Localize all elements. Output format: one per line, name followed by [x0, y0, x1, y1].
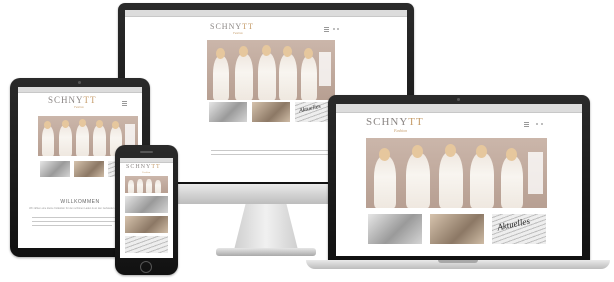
model-figure — [470, 153, 494, 208]
thumbnail-store[interactable] — [252, 102, 290, 122]
thumbnail-news-label: Aktuelles — [496, 215, 531, 233]
text-line — [32, 221, 128, 222]
thumbnail-store[interactable] — [125, 216, 168, 233]
site-logo[interactable]: SCHNYTT — [366, 116, 424, 128]
model-figure — [93, 125, 106, 156]
menu-icon[interactable] — [524, 122, 529, 127]
model-head — [262, 45, 271, 56]
model-head — [112, 121, 119, 129]
browser-toolbar — [120, 158, 173, 163]
thumbnail-store[interactable] — [430, 214, 484, 244]
hero-banner — [207, 40, 335, 100]
phone-screen: SCHNYTT Fashion — [120, 158, 173, 258]
social-icon[interactable] — [333, 28, 335, 30]
language-icon[interactable] — [337, 28, 339, 30]
model-head — [445, 144, 456, 157]
model-figure — [439, 152, 463, 208]
model-figure — [406, 153, 430, 208]
thumbnail-collection[interactable] — [40, 161, 70, 177]
thumbnail-news[interactable]: Aktuelles — [492, 214, 546, 244]
smartphone: SCHNYTT Fashion — [115, 145, 178, 275]
laptop: SCHNYTT Fashion Aktuelles — [306, 95, 610, 273]
tablet-camera — [78, 81, 81, 84]
model-head — [283, 46, 292, 57]
site-logo[interactable]: SCHNYTT — [126, 164, 161, 170]
browser-toolbar — [336, 104, 582, 113]
site-logo-sub: Fashion — [74, 105, 84, 109]
site-logo-sub: Fashion — [233, 31, 243, 35]
thumbnail-collection[interactable] — [209, 102, 247, 122]
thumbnail-collection[interactable] — [368, 214, 422, 244]
model-figure — [146, 179, 152, 193]
model-head — [79, 119, 86, 127]
site-logo-sub: Fashion — [142, 171, 151, 174]
monitor-stand — [234, 204, 298, 250]
model-head — [506, 148, 517, 161]
model-head — [96, 120, 103, 128]
model-head — [216, 48, 225, 59]
hero-logo-badge — [528, 152, 543, 194]
model-head — [412, 145, 423, 158]
model-head — [44, 121, 51, 129]
model-figure — [374, 156, 396, 208]
hero-banner — [366, 138, 547, 208]
text-line — [32, 217, 128, 218]
thumbnail-collection[interactable] — [125, 196, 168, 213]
model-figure — [128, 180, 134, 193]
language-icon[interactable] — [541, 123, 543, 125]
model-head — [476, 145, 487, 158]
model-figure — [258, 53, 276, 100]
site-logo-sub: Fashion — [394, 128, 408, 133]
hero-banner — [125, 176, 168, 193]
model-figure — [59, 125, 72, 156]
model-head — [304, 48, 313, 59]
site-logo[interactable]: SCHNYTT — [48, 95, 97, 105]
home-button[interactable] — [140, 261, 152, 273]
menu-icon[interactable] — [324, 27, 329, 32]
laptop-camera — [457, 98, 460, 101]
model-figure — [501, 156, 523, 208]
laptop-screen: SCHNYTT Fashion Aktuelles — [336, 104, 582, 256]
model-figure — [137, 179, 143, 193]
social-icon[interactable] — [536, 123, 538, 125]
model-head — [239, 46, 248, 57]
site-logo[interactable]: SCHNYTT — [210, 22, 254, 31]
model-figure — [155, 180, 161, 193]
model-head — [379, 148, 390, 161]
laptop-notch — [438, 260, 478, 263]
phone-speaker — [140, 151, 153, 153]
model-figure — [235, 54, 253, 100]
thumbnail-news[interactable] — [125, 236, 168, 253]
model-figure — [301, 56, 317, 100]
model-figure — [42, 126, 54, 156]
model-figure — [76, 124, 89, 156]
browser-toolbar — [125, 10, 407, 17]
monitor-base — [216, 248, 316, 256]
model-head — [62, 120, 69, 128]
text-line — [32, 225, 112, 226]
browser-toolbar — [18, 87, 142, 93]
hero-logo-badge — [319, 52, 331, 86]
thumbnail-store[interactable] — [74, 161, 104, 177]
menu-icon[interactable] — [122, 101, 127, 106]
model-figure — [213, 56, 229, 100]
model-figure — [279, 54, 297, 100]
hero-logo-badge — [125, 124, 135, 146]
